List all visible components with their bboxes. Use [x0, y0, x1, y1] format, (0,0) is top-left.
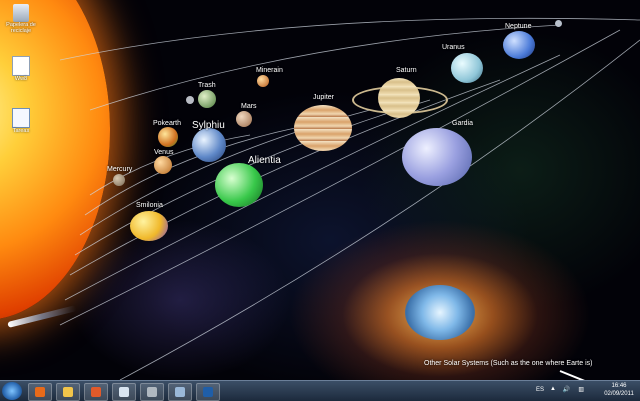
taskbar-item-photoshop[interactable]: [196, 383, 220, 401]
planet-label-uranus: Uranus: [442, 44, 465, 51]
planet-alientia: [215, 163, 263, 207]
planet-label-neptune: Neptune: [505, 23, 532, 30]
planet-sylphiu: [192, 128, 226, 162]
planet-distant: [555, 20, 562, 27]
tray-arrow-icon[interactable]: ▲: [550, 386, 556, 392]
planet-label-venus: Venus: [154, 149, 174, 156]
desktop-icon-ww8[interactable]: Ww8: [4, 56, 38, 82]
planet-label-jupiter: Jupiter: [313, 94, 335, 101]
network-icon[interactable]: ▥: [578, 386, 584, 393]
planet-venus: [154, 156, 172, 174]
folder-icon: [63, 387, 73, 397]
desktop[interactable]: Papelera de reciclaje Ww8 Tareas Mercury…: [0, 0, 640, 380]
desktop-icon-label: Ww8: [14, 76, 28, 82]
planet-label-smilonia: Smilonia: [136, 202, 163, 209]
planet-trash: [198, 90, 216, 108]
taskbar-item-game[interactable]: [140, 383, 164, 401]
clock-date: 02/09/2011: [604, 391, 634, 397]
browser-icon: [175, 387, 185, 397]
planet-mars: [236, 111, 252, 127]
desktop-icon-label: Papelera de reciclaje: [6, 22, 36, 34]
notepad-icon: [12, 108, 30, 128]
planet-label-alientia: Alientia: [248, 155, 281, 166]
planet-neptune: [503, 31, 535, 59]
taskbar-item-media[interactable]: [84, 383, 108, 401]
taskbar-item-notes[interactable]: [112, 383, 136, 401]
game-icon: [147, 387, 157, 397]
planet-small-moon: [186, 96, 194, 104]
photoshop-icon: [203, 387, 213, 397]
document-icon: [12, 56, 30, 76]
planet-label-saturn: Saturn: [396, 67, 417, 74]
planet-uranus: [451, 53, 483, 83]
planet-label-mars: Mars: [241, 103, 257, 110]
taskbar-item-firefox[interactable]: [28, 383, 52, 401]
start-button[interactable]: [2, 382, 22, 400]
orbit-lines: [59, 17, 640, 380]
taskbar-item-browser[interactable]: [168, 383, 192, 401]
planet-label-sylphiu: Sylphiu: [192, 120, 225, 131]
planet-label-gardia: Gardia: [452, 120, 474, 127]
volume-icon[interactable]: 🔊: [563, 386, 570, 393]
nebula: [405, 285, 475, 340]
planet-jupiter: [294, 105, 352, 151]
clock[interactable]: 16:46 02/09/2011: [600, 382, 638, 398]
taskbar: ES ▲ 🔊 ▥ 16:46 02/09/2011: [0, 380, 640, 401]
desktop-icon-recycle-bin[interactable]: Papelera de reciclaje: [4, 4, 38, 34]
planet-label-pokearth: Pokearth: [153, 120, 182, 127]
taskbar-item-explorer[interactable]: [56, 383, 80, 401]
planet-mercury: [113, 174, 125, 186]
planet-saturn: [378, 78, 420, 118]
clock-time: 16:46: [611, 383, 627, 389]
language-indicator[interactable]: ES: [536, 387, 544, 393]
media-player-icon: [91, 387, 101, 397]
desktop-icon-tareas[interactable]: Tareas: [4, 108, 38, 134]
planet-label-mercury: Mercury: [107, 166, 133, 173]
notepad-icon: [119, 387, 129, 397]
planet-gardia: [402, 128, 472, 186]
planet-pokearth: [158, 127, 178, 147]
annotation-text: Other Solar Systems (Such as the one whe…: [424, 360, 593, 367]
planet-label-trash: Trash: [198, 82, 216, 89]
firefox-icon: [35, 387, 45, 397]
planet-smilonia: [130, 211, 168, 241]
planet-minerain: [257, 75, 269, 87]
recycle-bin-icon: [13, 4, 29, 22]
planet-label-minerain: Minerain: [256, 67, 283, 74]
desktop-icon-label: Tareas: [12, 128, 30, 134]
